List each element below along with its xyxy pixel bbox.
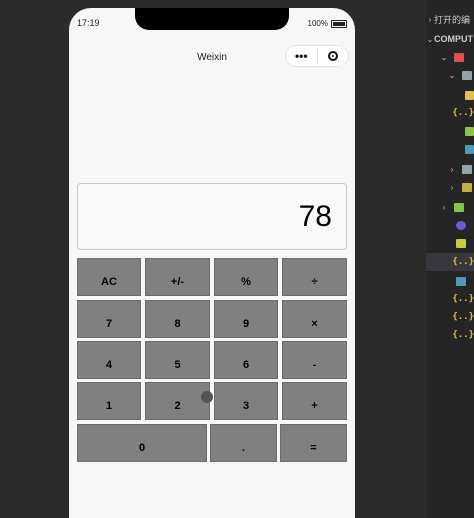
key-plus[interactable]: + — [282, 382, 347, 420]
battery-percent: 100% — [307, 19, 328, 28]
tree-item-config[interactable] — [426, 216, 474, 234]
key-7[interactable]: 7 — [77, 300, 141, 338]
explorer-project[interactable]: ⌄ COMPUT — [426, 30, 474, 48]
tree-item-folder[interactable]: ⌄ — [426, 66, 474, 84]
explorer-open-editors[interactable]: › 打开的编 — [426, 10, 474, 28]
folder-icon — [454, 202, 464, 212]
ide-explorer-panel: › 打开的编 ⌄ COMPUT ⌄ ⌄ {..} › › › {..} {..}… — [426, 0, 474, 518]
key-dot[interactable]: . — [210, 424, 277, 462]
key-equals[interactable]: = — [280, 424, 347, 462]
key-8[interactable]: 8 — [145, 300, 210, 338]
status-battery: 100% — [308, 19, 347, 28]
tree-item-json[interactable]: {..} — [426, 290, 474, 308]
chevron-right-icon: › — [428, 14, 432, 24]
key-5[interactable]: 5 — [145, 341, 210, 379]
chevron-right-icon: › — [450, 182, 454, 192]
key-percent[interactable]: % — [214, 258, 278, 296]
folder-icon — [462, 164, 472, 174]
json-icon: {..} — [452, 257, 474, 267]
target-icon — [327, 51, 338, 61]
folder-icon — [462, 182, 472, 192]
stage: 17:19 100% Weixin ••• 78 AC +/- % ÷ 7 8 … — [0, 0, 474, 518]
key-divide[interactable]: ÷ — [282, 258, 347, 296]
tree-item-folder[interactable]: › — [426, 178, 474, 196]
tree-item-folder[interactable]: › — [426, 160, 474, 178]
tree-item-cloudfunctions[interactable]: ⌄ — [426, 48, 474, 66]
image-icon — [464, 126, 474, 136]
tree-item-json[interactable]: {..} — [426, 104, 474, 122]
tree-item-folder[interactable]: › — [426, 198, 474, 216]
tree-item-file[interactable] — [426, 86, 474, 104]
tree-item-css[interactable] — [426, 272, 474, 290]
project-label: COMPUT — [434, 34, 473, 44]
js-icon — [456, 238, 466, 248]
file-icon — [464, 90, 474, 100]
capsule-menu: ••• — [285, 45, 349, 67]
json-icon: {..} — [452, 294, 474, 304]
key-3[interactable]: 3 — [214, 382, 278, 420]
chevron-down-icon: ⌄ — [448, 70, 456, 80]
status-time: 17:19 — [77, 18, 100, 28]
tree-item-json-selected[interactable]: {..} — [426, 253, 474, 271]
key-0[interactable]: 0 — [77, 424, 207, 462]
tree-item-json[interactable]: {..} — [426, 326, 474, 344]
chevron-right-icon: › — [450, 164, 454, 174]
battery-icon — [331, 19, 347, 28]
touch-cursor — [201, 391, 213, 403]
json-icon: {..} — [452, 108, 474, 118]
tree-item-image[interactable] — [426, 122, 474, 140]
json-icon: {..} — [452, 312, 474, 322]
key-ac[interactable]: AC — [77, 258, 141, 296]
tree-item-js[interactable] — [426, 234, 474, 252]
key-1[interactable]: 1 — [77, 382, 141, 420]
folder-icon — [454, 52, 464, 62]
folder-icon — [462, 70, 472, 80]
key-minus[interactable]: - — [282, 341, 347, 379]
tree-item-css[interactable] — [426, 140, 474, 158]
calculator-display: 78 — [77, 183, 347, 250]
css-icon — [464, 144, 474, 154]
chevron-right-icon: › — [442, 202, 446, 212]
more-button[interactable]: ••• — [286, 46, 317, 66]
key-4[interactable]: 4 — [77, 341, 141, 379]
tree-item-json[interactable]: {..} — [426, 308, 474, 326]
chevron-down-icon: ⌄ — [426, 34, 434, 44]
phone-simulator: 17:19 100% Weixin ••• 78 AC +/- % ÷ 7 8 … — [69, 8, 355, 518]
key-9[interactable]: 9 — [214, 300, 278, 338]
key-multiply[interactable]: × — [282, 300, 347, 338]
chevron-down-icon: ⌄ — [440, 52, 448, 62]
open-editors-label: 打开的编 — [434, 14, 471, 25]
phone-notch — [135, 8, 289, 30]
key-6[interactable]: 6 — [214, 341, 278, 379]
settings-icon — [456, 220, 466, 230]
display-value: 78 — [298, 200, 332, 233]
json-icon: {..} — [452, 330, 474, 340]
key-sign[interactable]: +/- — [145, 258, 210, 296]
close-miniprogram-button[interactable] — [318, 51, 349, 61]
key-2[interactable]: 2 — [145, 382, 210, 420]
css-icon — [456, 276, 466, 286]
